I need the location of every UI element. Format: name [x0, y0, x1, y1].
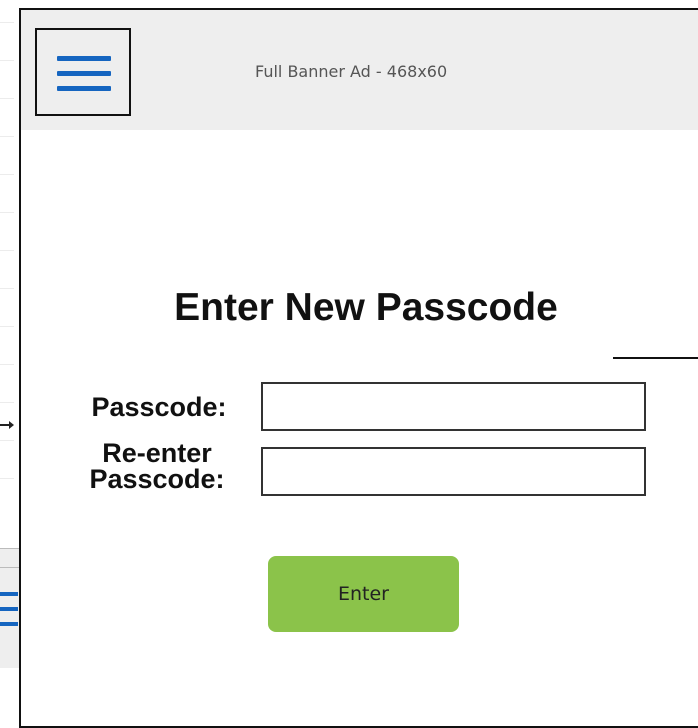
background-row-divider — [0, 60, 14, 61]
background-menu-bar-icon — [0, 622, 18, 626]
background-row-divider — [0, 22, 14, 23]
background-menu-bar-icon — [0, 592, 18, 596]
hamburger-menu-icon — [57, 86, 111, 91]
app-header: Full Banner Ad - 468x60 — [21, 10, 698, 130]
enter-button[interactable]: Enter — [268, 556, 459, 632]
reenter-label-line2: Passcode: — [89, 464, 225, 494]
background-row-divider — [0, 212, 14, 213]
hamburger-menu-icon — [57, 56, 111, 61]
arrow-right-icon — [0, 421, 14, 429]
background-row-divider — [0, 174, 14, 175]
background-header-band — [0, 568, 19, 668]
mobile-frame: Full Banner Ad - 468x60 Enter New Passco… — [19, 8, 698, 728]
passcode-label: Passcode: — [79, 392, 239, 422]
background-row-divider — [0, 440, 14, 441]
background-row-divider — [0, 402, 14, 403]
page-title: Enter New Passcode — [174, 286, 558, 329]
hamburger-menu-button[interactable] — [35, 28, 131, 116]
background-row-divider — [0, 250, 14, 251]
reenter-label-line1: Re-enter — [102, 438, 212, 468]
background-row-divider — [0, 136, 14, 137]
background-row-divider — [0, 326, 14, 327]
background-menu-bar-icon — [0, 607, 18, 611]
background-row-divider — [0, 364, 14, 365]
background-page-edge — [0, 0, 19, 715]
background-row-divider — [0, 98, 14, 99]
passcode-input[interactable] — [261, 382, 646, 431]
divider-line — [613, 357, 698, 359]
reenter-passcode-label: Re-enter Passcode: — [77, 438, 237, 494]
hamburger-menu-icon — [57, 71, 111, 76]
banner-ad[interactable]: Full Banner Ad - 468x60 — [255, 62, 447, 81]
passcode-label-text: Passcode: — [91, 392, 227, 422]
reenter-passcode-input[interactable] — [261, 447, 646, 496]
background-row-divider — [0, 478, 14, 479]
background-row-divider — [0, 288, 14, 289]
background-header-band — [0, 548, 19, 568]
